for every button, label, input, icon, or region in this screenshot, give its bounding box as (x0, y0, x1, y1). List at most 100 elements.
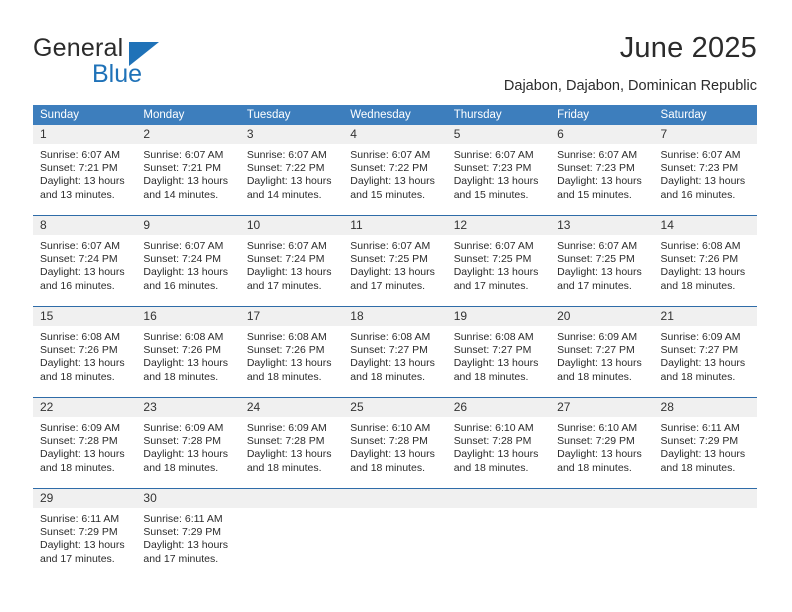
day-number: 9 (136, 216, 240, 235)
day-info: Sunrise: 6:08 AM Sunset: 7:27 PM Daylight:… (343, 326, 446, 384)
sunset-text: Sunset: 7:25 PM (453, 253, 532, 266)
column-header-thursday: Thursday (446, 105, 551, 125)
day-number: 19 (446, 307, 551, 326)
day-cell[interactable]: 29 Sunrise: 6:11 AM Sunset: 7:29 PM Dayligh… (33, 488, 137, 579)
sunset-text: Sunset: 7:22 PM (246, 162, 325, 175)
day-cell[interactable]: 21 Sunrise: 6:09 AM Sunset: 7:27 PM Dayligh… (653, 306, 757, 398)
day-info: Sunrise: 6:07 AM Sunset: 7:24 PM Daylight:… (240, 235, 343, 293)
day-cell[interactable]: 9 Sunrise: 6:07 AM Sunset: 7:24 PM Daylight… (136, 215, 240, 307)
day-cell[interactable]: 30 Sunrise: 6:11 AM Sunset: 7:29 PM Dayligh… (136, 488, 240, 579)
sunset-text: Sunset: 7:24 PM (143, 253, 222, 266)
column-header-friday: Friday (550, 105, 654, 125)
day-info: Sunrise: 6:10 AM Sunset: 7:29 PM Daylight:… (550, 417, 653, 475)
column-header-wednesday: Wednesday (343, 105, 447, 125)
sunrise-text: Sunrise: 6:10 AM (557, 422, 638, 434)
day-cell[interactable]: 15 Sunrise: 6:08 AM Sunset: 7:26 PM Dayligh… (33, 306, 137, 398)
column-header-saturday: Saturday (653, 105, 757, 125)
day-info: Sunrise: 6:07 AM Sunset: 7:21 PM Daylight:… (136, 144, 239, 202)
day-number: 16 (136, 307, 240, 326)
day-cell[interactable]: 10 Sunrise: 6:07 AM Sunset: 7:24 PM Dayligh… (239, 215, 344, 307)
sunrise-text: Sunrise: 6:08 AM (660, 240, 741, 252)
general-blue-logo[interactable]: General Blue (33, 34, 213, 90)
sunrise-text: Sunrise: 6:07 AM (143, 149, 224, 161)
day-cell-empty (446, 488, 551, 579)
sunset-text: Sunset: 7:28 PM (40, 435, 118, 448)
daylight-text: Daylight: 13 hours and 18 minutes. (453, 448, 539, 474)
day-cell[interactable]: 1 Sunrise: 6:07 AM Sunset: 7:21 PM Daylight… (33, 125, 137, 216)
day-number: 10 (239, 216, 344, 235)
sunrise-text: Sunrise: 6:09 AM (246, 422, 327, 434)
daylight-text: Daylight: 13 hours and 13 minutes. (40, 175, 125, 201)
day-cell[interactable]: 11 Sunrise: 6:07 AM Sunset: 7:25 PM Dayligh… (343, 215, 447, 307)
day-cell[interactable]: 19 Sunrise: 6:08 AM Sunset: 7:27 PM Dayligh… (446, 306, 551, 398)
sunrise-text: Sunrise: 6:07 AM (350, 240, 431, 252)
daylight-text: Daylight: 13 hours and 17 minutes. (350, 266, 435, 292)
day-number: 28 (653, 398, 757, 417)
column-header-sunday: Sunday (33, 105, 137, 125)
day-cell[interactable]: 23 Sunrise: 6:09 AM Sunset: 7:28 PM Dayligh… (136, 397, 240, 489)
day-info: Sunrise: 6:07 AM Sunset: 7:24 PM Daylight:… (33, 235, 136, 293)
day-info: Sunrise: 6:11 AM Sunset: 7:29 PM Daylight:… (654, 417, 757, 475)
day-cell[interactable]: 28 Sunrise: 6:11 AM Sunset: 7:29 PM Dayligh… (653, 397, 757, 489)
day-cell[interactable]: 20 Sunrise: 6:09 AM Sunset: 7:27 PM Dayligh… (550, 306, 654, 398)
day-info: Sunrise: 6:07 AM Sunset: 7:25 PM Daylight:… (550, 235, 653, 293)
sunrise-text: Sunrise: 6:11 AM (660, 422, 740, 434)
sunrise-text: Sunrise: 6:08 AM (40, 331, 120, 343)
day-cell[interactable]: 18 Sunrise: 6:08 AM Sunset: 7:27 PM Dayligh… (343, 306, 447, 398)
day-number: 26 (446, 398, 551, 417)
sunrise-text: Sunrise: 6:07 AM (40, 149, 120, 161)
day-cell[interactable]: 22 Sunrise: 6:09 AM Sunset: 7:28 PM Dayligh… (33, 397, 137, 489)
day-cell-empty (343, 488, 447, 579)
sunrise-text: Sunrise: 6:09 AM (40, 422, 120, 434)
sunrise-text: Sunrise: 6:08 AM (350, 331, 431, 343)
day-cell[interactable]: 12 Sunrise: 6:07 AM Sunset: 7:25 PM Dayligh… (446, 215, 551, 307)
day-number: 4 (343, 125, 447, 144)
daylight-text: Daylight: 13 hours and 18 minutes. (660, 266, 746, 292)
day-cell[interactable]: 16 Sunrise: 6:08 AM Sunset: 7:26 PM Dayligh… (136, 306, 240, 398)
day-cell[interactable]: 2 Sunrise: 6:07 AM Sunset: 7:21 PM Daylight… (136, 125, 240, 216)
page-header: General Blue June 2025 Dajabon, Dajabon,… (0, 0, 792, 100)
sunset-text: Sunset: 7:25 PM (557, 253, 635, 266)
day-info: Sunrise: 6:09 AM Sunset: 7:28 PM Daylight:… (136, 417, 239, 475)
day-cell[interactable]: 27 Sunrise: 6:10 AM Sunset: 7:29 PM Dayligh… (550, 397, 654, 489)
sunrise-text: Sunrise: 6:07 AM (557, 240, 638, 252)
day-cell[interactable]: 25 Sunrise: 6:10 AM Sunset: 7:28 PM Dayligh… (343, 397, 447, 489)
daylight-text: Daylight: 13 hours and 17 minutes. (143, 539, 229, 565)
sunset-text: Sunset: 7:26 PM (246, 344, 325, 357)
day-number: 7 (653, 125, 757, 144)
day-cell[interactable]: 14 Sunrise: 6:08 AM Sunset: 7:26 PM Dayligh… (653, 215, 757, 307)
day-number: 18 (343, 307, 447, 326)
day-cell[interactable]: 26 Sunrise: 6:10 AM Sunset: 7:28 PM Dayligh… (446, 397, 551, 489)
day-number: 21 (653, 307, 757, 326)
day-number: 23 (136, 398, 240, 417)
day-cell[interactable]: 13 Sunrise: 6:07 AM Sunset: 7:25 PM Dayligh… (550, 215, 654, 307)
day-number (550, 489, 654, 508)
day-cell[interactable]: 6 Sunrise: 6:07 AM Sunset: 7:23 PM Daylight… (550, 125, 654, 216)
day-number (446, 489, 551, 508)
day-cell[interactable]: 8 Sunrise: 6:07 AM Sunset: 7:24 PM Daylight… (33, 215, 137, 307)
daylight-text: Daylight: 13 hours and 18 minutes. (246, 357, 332, 383)
sunrise-text: Sunrise: 6:07 AM (246, 240, 327, 252)
table-row: 29 Sunrise: 6:11 AM Sunset: 7:29 PM Dayligh… (33, 488, 757, 579)
day-info: Sunrise: 6:09 AM Sunset: 7:28 PM Daylight:… (240, 417, 343, 475)
day-cell[interactable]: 4 Sunrise: 6:07 AM Sunset: 7:22 PM Daylight… (343, 125, 447, 216)
sunset-text: Sunset: 7:22 PM (350, 162, 428, 175)
daylight-text: Daylight: 13 hours and 18 minutes. (40, 357, 125, 383)
sunset-text: Sunset: 7:24 PM (40, 253, 118, 266)
day-info: Sunrise: 6:08 AM Sunset: 7:26 PM Daylight:… (654, 235, 757, 293)
day-cell[interactable]: 17 Sunrise: 6:08 AM Sunset: 7:26 PM Dayligh… (239, 306, 344, 398)
sunset-text: Sunset: 7:23 PM (660, 162, 739, 175)
day-number: 25 (343, 398, 447, 417)
page-title: June 2025 (619, 32, 757, 64)
day-number: 17 (239, 307, 344, 326)
day-cell[interactable]: 7 Sunrise: 6:07 AM Sunset: 7:23 PM Daylight… (653, 125, 757, 216)
day-cell[interactable]: 3 Sunrise: 6:07 AM Sunset: 7:22 PM Daylight… (239, 125, 344, 216)
sunrise-text: Sunrise: 6:07 AM (350, 149, 431, 161)
day-number: 8 (33, 216, 137, 235)
day-cell[interactable]: 5 Sunrise: 6:07 AM Sunset: 7:23 PM Daylight… (446, 125, 551, 216)
sunset-text: Sunset: 7:27 PM (350, 344, 428, 357)
day-number: 2 (136, 125, 240, 144)
day-cell[interactable]: 24 Sunrise: 6:09 AM Sunset: 7:28 PM Dayligh… (239, 397, 344, 489)
day-info: Sunrise: 6:11 AM Sunset: 7:29 PM Daylight:… (33, 508, 136, 566)
daylight-text: Daylight: 13 hours and 18 minutes. (350, 357, 435, 383)
